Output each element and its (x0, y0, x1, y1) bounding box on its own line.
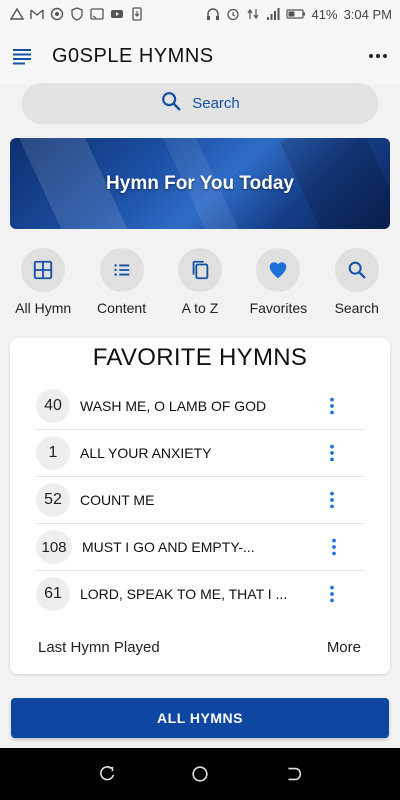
favorite-hymns-card: FAVORITE HYMNS 40 WASH ME, O LAMB OF GOD… (10, 338, 390, 674)
more-link[interactable]: More (327, 639, 361, 656)
favorites-footer: Last Hymn Played More (38, 639, 361, 656)
network-speed-icon (246, 7, 260, 21)
home-icon[interactable] (189, 763, 211, 785)
quick-action-all-hymn[interactable]: All Hymn (5, 248, 81, 320)
drive-icon (10, 7, 24, 21)
quick-action-label: Favorites (249, 300, 308, 316)
back-icon[interactable] (282, 763, 304, 785)
item-options-icon[interactable] (320, 441, 344, 465)
app-title: G0SPLE HYMNS (52, 44, 214, 67)
gmail-icon (30, 7, 44, 21)
search-bar[interactable]: Search (22, 83, 378, 123)
grid-icon (21, 248, 66, 292)
item-options-icon[interactable] (320, 394, 344, 418)
quick-action-a-to-z[interactable]: A to Z (162, 248, 238, 320)
last-hymn-played-link[interactable]: Last Hymn Played (38, 639, 160, 656)
list-item[interactable]: 108 MUST I GO AND EMPTY-... (36, 524, 364, 571)
banner-decoration (279, 138, 390, 229)
hymn-title: ALL YOUR ANXIETY (80, 445, 212, 461)
status-right-icons: 41% 3:04 PM (206, 7, 392, 22)
quick-action-search[interactable]: Search (319, 248, 395, 320)
system-nav-bar (0, 748, 400, 800)
shield-icon (70, 7, 84, 21)
favorite-hymns-list[interactable]: 40 WASH ME, O LAMB OF GOD 1 ALL YOUR ANX… (36, 383, 364, 611)
item-options-icon[interactable] (322, 535, 346, 559)
youtube-icon (110, 7, 124, 21)
signal-icon (266, 7, 280, 21)
quick-action-label: A to Z (181, 300, 219, 316)
list-item[interactable]: 40 WASH ME, O LAMB OF GOD (36, 383, 364, 430)
list-icon (99, 248, 144, 292)
hymn-number: 1 (36, 436, 70, 470)
all-hymns-button[interactable]: ALL HYMNS (11, 698, 389, 738)
quick-action-label: Content (97, 300, 147, 316)
hymn-title: COUNT ME (80, 492, 155, 508)
item-options-icon[interactable] (320, 488, 344, 512)
copy-icon (177, 248, 222, 292)
app-bar: G0SPLE HYMNS (0, 28, 400, 84)
search-icon (160, 90, 182, 117)
hymn-title: MUST I GO AND EMPTY-... (82, 539, 255, 555)
quick-actions: All Hymn Content A to Z Favorites Search (0, 248, 400, 320)
quick-action-label: Search (334, 300, 379, 316)
list-item[interactable]: 52 COUNT ME (36, 477, 364, 524)
hymn-number: 108 (36, 530, 72, 564)
headphones-icon (206, 7, 220, 21)
quick-action-favorites[interactable]: Favorites (240, 248, 316, 320)
download-icon (130, 7, 144, 21)
hero-title: Hymn For You Today (106, 172, 294, 194)
hymn-number: 61 (36, 577, 70, 611)
search-label: Search (192, 94, 240, 112)
chrome-icon (50, 7, 64, 21)
hymn-number: 52 (36, 483, 70, 517)
item-options-icon[interactable] (320, 582, 344, 606)
status-bar: 41% 3:04 PM (0, 0, 400, 28)
battery-icon (285, 7, 306, 21)
search-icon (334, 248, 379, 292)
alarm-icon (226, 7, 240, 21)
heart-icon (256, 248, 301, 292)
more-options-icon[interactable] (366, 44, 390, 68)
hymn-of-the-day-banner[interactable]: Hymn For You Today (10, 138, 390, 229)
quick-action-content[interactable]: Content (84, 248, 160, 320)
list-item[interactable]: 1 ALL YOUR ANXIETY (36, 430, 364, 477)
favorite-hymns-title: FAVORITE HYMNS (92, 344, 308, 371)
battery-percent: 41% (311, 6, 338, 22)
menu-icon[interactable] (10, 44, 34, 68)
clock: 3:04 PM (343, 6, 392, 22)
status-left-icons (10, 7, 144, 21)
quick-action-label: All Hymn (15, 300, 72, 316)
hymn-number: 40 (36, 389, 70, 423)
list-item[interactable]: 61 LORD, SPEAK TO ME, THAT I ... (36, 571, 364, 611)
cast-icon (90, 7, 104, 21)
hymn-title: LORD, SPEAK TO ME, THAT I ... (80, 586, 288, 602)
recents-icon[interactable] (96, 763, 118, 785)
hymn-title: WASH ME, O LAMB OF GOD (80, 398, 267, 414)
